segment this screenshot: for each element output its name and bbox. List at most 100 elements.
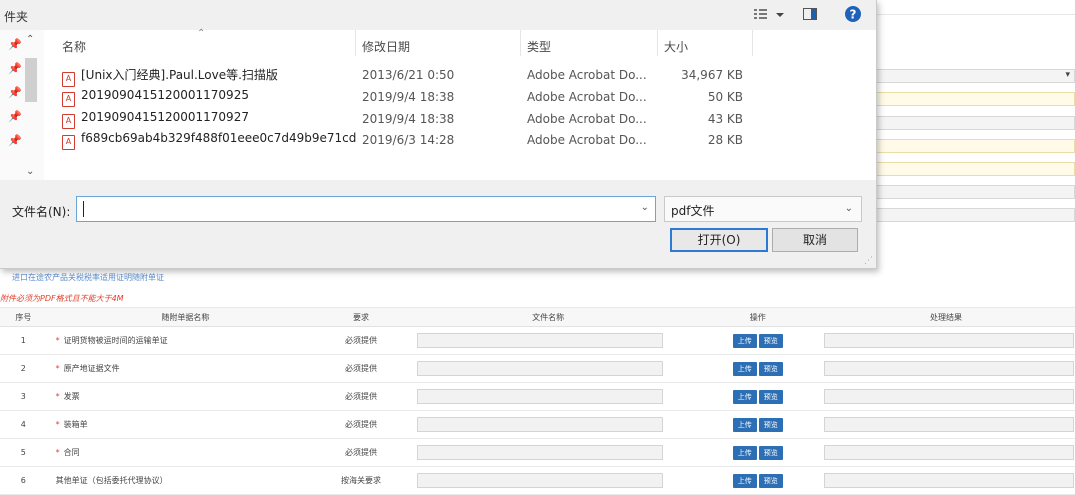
chevron-down-icon[interactable]: ⌄	[641, 202, 649, 213]
result-box	[824, 389, 1074, 404]
pdf-file-icon: A	[62, 72, 75, 87]
preview-pane-icon[interactable]	[802, 6, 818, 26]
file-item[interactable]: Af689cb69ab4b329f488f01eee0c7d49b9e71cd	[62, 131, 357, 150]
row-doc-name: 证明货物被运时间的运输单证	[63, 336, 168, 345]
filename-input[interactable]: ⌄	[76, 196, 656, 222]
table-row: 1 * 证明货物被运时间的运输单证 必须提供 上传 预览	[0, 326, 1075, 355]
file-modified: 2019/9/4 18:38	[362, 112, 455, 126]
preview-button[interactable]: 预览	[758, 333, 783, 348]
preview-button[interactable]: 预览	[758, 389, 783, 404]
open-button[interactable]: 打开(O)	[670, 228, 768, 252]
upload-button[interactable]: 上传	[732, 389, 757, 404]
pin-icon[interactable]: 📌	[8, 62, 22, 75]
form-field[interactable]	[876, 185, 1075, 199]
form-select[interactable]: ▾	[876, 69, 1075, 83]
header-req: 要求	[324, 307, 398, 327]
file-name-box	[416, 389, 663, 404]
preview-button[interactable]: 预览	[758, 417, 783, 432]
row-doc-name: 原产地证据文件	[63, 364, 120, 373]
required-star: *	[55, 448, 60, 457]
scrollbar-thumb[interactable]	[25, 58, 37, 102]
file-size: 28 KB	[707, 133, 743, 147]
file-name-box	[416, 473, 663, 488]
form-field[interactable]	[876, 162, 1075, 176]
cancel-button[interactable]: 取消	[772, 228, 858, 252]
file-item[interactable]: A [Unix入门经典].Paul.Love等.扫描版	[62, 66, 278, 87]
scroll-up-icon[interactable]: ⌃	[26, 34, 34, 45]
result-box	[824, 361, 1074, 376]
file-name-box	[416, 417, 663, 432]
help-icon[interactable]: ?	[844, 5, 862, 27]
scroll-down-icon[interactable]: ⌄	[26, 166, 34, 177]
column-header-type[interactable]: 类型	[527, 38, 551, 55]
preview-button[interactable]: 预览	[758, 361, 783, 376]
upload-button[interactable]: 上传	[732, 361, 757, 376]
pdf-file-icon: A	[62, 114, 75, 129]
upload-button[interactable]: 上传	[732, 333, 757, 348]
view-options-icon[interactable]	[752, 6, 788, 26]
upload-warning: 附件必须为PDF格式且不能大于4M	[0, 294, 124, 303]
row-doc-name: 发票	[63, 392, 80, 401]
row-idx: 6	[0, 466, 47, 495]
column-header-size[interactable]: 大小	[664, 38, 688, 55]
file-size: 34,967 KB	[681, 68, 743, 82]
file-name: 2019090415120001170925	[81, 88, 249, 102]
form-field[interactable]	[876, 116, 1075, 130]
file-type: Adobe Acrobat Do...	[527, 112, 647, 126]
pin-icon[interactable]: 📌	[8, 86, 22, 99]
row-idx: 4	[0, 410, 47, 439]
resize-grip-icon[interactable]: ⋰	[864, 256, 873, 266]
result-box	[824, 333, 1074, 348]
table-row: 6 其他单证（包括委托代理协议） 按海关要求 上传 预览	[0, 466, 1075, 495]
pin-icon[interactable]: 📌	[8, 110, 22, 123]
column-separator	[355, 30, 356, 56]
header-op: 操作	[698, 307, 817, 327]
file-name-box	[416, 445, 663, 460]
column-header-modified[interactable]: 修改日期	[362, 38, 410, 55]
form-field[interactable]	[876, 92, 1075, 106]
row-doc-name: 装箱单	[63, 420, 88, 429]
quick-access-column	[0, 30, 44, 180]
file-name: [Unix入门经典].Paul.Love等.扫描版	[81, 68, 278, 82]
file-item[interactable]: A 2019090415120001170927	[62, 110, 249, 129]
row-req: 必须提供	[324, 326, 398, 355]
file-name-box	[416, 361, 663, 376]
form-field[interactable]	[876, 208, 1075, 222]
dropdown-arrow-icon: ▾	[1065, 70, 1070, 80]
dialog-folder-title: 件夹	[4, 10, 29, 24]
row-idx: 1	[0, 326, 47, 355]
column-header-name[interactable]: 名称	[62, 38, 86, 55]
result-box	[824, 445, 1074, 460]
table-row: 5 * 合同 必须提供 上传 预览	[0, 438, 1075, 467]
pin-icon[interactable]: 📌	[8, 134, 22, 147]
upload-button[interactable]: 上传	[732, 445, 757, 460]
chevron-down-icon: ⌄	[844, 203, 853, 214]
form-field[interactable]	[876, 139, 1075, 153]
required-star: *	[55, 420, 60, 429]
file-type: Adobe Acrobat Do...	[527, 133, 647, 147]
table-row: 2 * 原产地证据文件 必须提供 上传 预览	[0, 354, 1075, 383]
pin-icon[interactable]: 📌	[8, 38, 22, 51]
preview-button[interactable]: 预览	[758, 445, 783, 460]
filetype-select[interactable]: pdf文件 ⌄	[664, 196, 862, 222]
header-result: 处理结果	[817, 307, 1075, 327]
upload-button[interactable]: 上传	[732, 417, 757, 432]
file-item[interactable]: A 2019090415120001170925	[62, 88, 249, 107]
file-name: f689cb69ab4b329f488f01eee0c7d49b9e71cd	[81, 131, 357, 145]
file-size: 50 KB	[707, 90, 743, 104]
row-req: 按海关要求	[324, 466, 398, 495]
preview-button[interactable]: 预览	[758, 473, 783, 488]
upload-button[interactable]: 上传	[732, 473, 757, 488]
row-doc-name: 其他单证（包括委托代理协议）	[55, 476, 168, 485]
table-header-row: 序号 随附单据名称 要求 文件名称 操作 处理结果	[0, 307, 1075, 327]
table-row: 3 * 发票 必须提供 上传 预览	[0, 382, 1075, 411]
row-req: 必须提供	[324, 382, 398, 411]
certificate-link[interactable]: 进口在途农产品关税税率适用证明随附单证	[12, 272, 164, 283]
file-size: 43 KB	[707, 112, 743, 126]
filename-label: 文件名(N):	[12, 205, 71, 219]
form-top-line	[876, 14, 1075, 15]
svg-text:?: ?	[850, 8, 857, 22]
text-caret	[83, 201, 84, 217]
required-star: *	[55, 364, 60, 373]
row-doc-name: 合同	[63, 448, 80, 457]
